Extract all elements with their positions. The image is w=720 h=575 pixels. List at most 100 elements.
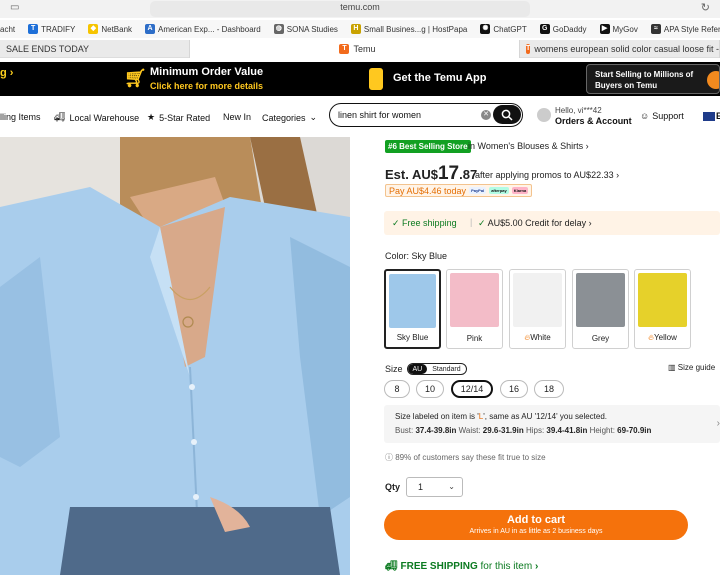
get-app-link[interactable]: Get the Temu App (393, 72, 487, 84)
mygov-icon: ▶ (599, 24, 610, 34)
bookmark-item[interactable]: T TRADIFY (28, 24, 75, 34)
phone-icon (369, 68, 383, 90)
price-note[interactable]: after applying promos to AU$22.33 › (475, 170, 619, 180)
size-option[interactable]: 16 (500, 380, 528, 398)
add-to-cart-button[interactable]: Add to cart Arrives in AU in as little a… (384, 510, 688, 540)
bookmark-item[interactable]: ≈APA Style Referencing (650, 24, 720, 34)
size-info-box[interactable]: Size labeled on item is 'L', same as AU … (384, 405, 720, 443)
klarna-icon: Klarna (511, 187, 529, 194)
truck-icon: 🚚︎ (385, 561, 398, 572)
chevron-down-icon: ⌄ (309, 112, 318, 122)
chevron-right-icon: › (716, 418, 720, 429)
min-order-link[interactable]: Click here for more details (150, 81, 263, 91)
support-icon: ☺ (640, 111, 650, 121)
hello-text: Hello, vi***42 (555, 106, 602, 115)
reload-icon[interactable]: ↻ (701, 1, 710, 14)
search-bar[interactable]: linen shirt for women ✕ (329, 103, 523, 127)
color-swatch-grey[interactable]: Grey (572, 269, 629, 349)
bookmark-item[interactable]: H Small Busines...g | HostPapa (350, 24, 467, 34)
bookmark-item[interactable]: A American Exp... - Dashboard (145, 24, 261, 34)
size-option[interactable]: 8 (384, 380, 410, 398)
support-link[interactable]: ☺ Support (640, 111, 684, 121)
truck-icon: 🚚︎ (54, 112, 66, 122)
swatch-image (450, 273, 499, 327)
nav-new-in[interactable]: New In (223, 112, 251, 122)
apa-icon: ≈ (650, 24, 661, 34)
free-shipping-footer[interactable]: 🚚︎ FREE SHIPPING for this item › (385, 561, 538, 572)
color-label: Color: Sky Blue (385, 251, 448, 261)
bookmark-item[interactable]: G GoDaddy (539, 24, 587, 34)
tab-temu[interactable]: T Temu (190, 40, 520, 58)
color-swatch-sky-blue[interactable]: Sky Blue (384, 269, 441, 349)
product-image[interactable] (0, 137, 350, 575)
sell-line-2: Buyers on Temu (595, 81, 658, 90)
tab-sale[interactable]: SALE ENDS TODAY (0, 40, 190, 58)
nav-five-star[interactable]: ★ 5-Star Rated (147, 112, 210, 123)
cart-icon: 🛒︎ (124, 68, 147, 88)
tab-label: SALE ENDS TODAY (6, 44, 90, 54)
measurements-line: Bust: 37.4-39.8in Waist: 29.6-31.9in Hip… (395, 426, 652, 435)
shipping-banner[interactable]: ✓ Free shipping | ✓ AU$5.00 Credit for d… (384, 211, 720, 235)
color-swatch-yellow[interactable]: 🔥︎Yellow (634, 269, 691, 349)
price-prefix: Est. AU$ (385, 167, 438, 182)
delay-credit: ✓ AU$5.00 Credit for delay › (478, 218, 592, 228)
bookmark-item[interactable]: acht (0, 25, 15, 34)
orders-account: Orders & Account (555, 116, 632, 126)
swatch-label: 🔥︎Yellow (648, 333, 677, 342)
tab-product[interactable]: Twomens european solid color casual loos… (520, 40, 720, 58)
swatch-image (638, 273, 687, 327)
search-icon (501, 109, 513, 121)
size-option-selected[interactable]: 12/14 (451, 380, 493, 398)
pay-today-badge[interactable]: Pay AU$4.46 today PayPal afterpay Klarna (385, 184, 533, 197)
bookmark-item[interactable]: ◍ SONA Studies (273, 24, 338, 34)
sell-dot-icon (707, 71, 719, 89)
sell-on-temu-card[interactable]: Start Selling to Millions of Buyers on T… (586, 64, 720, 94)
promo-left-text[interactable]: g › (0, 67, 13, 79)
promo-banner: g › 🛒︎ Minimum Order Value Click here fo… (0, 62, 720, 96)
bookmarks-bar: acht T TRADIFY ◆ NetBank A American Exp... … (0, 20, 720, 38)
qty-select[interactable]: 1 ⌄ (406, 477, 463, 497)
color-swatch-white[interactable]: 🔥︎White (509, 269, 566, 349)
nav-best-selling[interactable]: lling Items (0, 112, 41, 122)
nav-local-warehouse[interactable]: 🚚︎ Local Warehouse (54, 112, 139, 123)
size-guide-link[interactable]: ▥ Size guide (668, 363, 715, 372)
badge-category-link[interactable]: in Women's Blouses & Shirts › (468, 141, 589, 151)
clear-icon[interactable]: ✕ (481, 110, 491, 120)
bookmark-item[interactable]: ◆ NetBank (88, 24, 132, 34)
avatar (537, 108, 551, 122)
size-system-toggle[interactable]: AU Standard (406, 363, 467, 375)
ruler-icon: ▥ (668, 363, 676, 372)
search-input[interactable]: linen shirt for women (338, 110, 421, 120)
size-option[interactable]: 18 (534, 380, 564, 398)
best-selling-badge[interactable]: #6 Best Selling Store (385, 140, 471, 153)
amex-icon: A (145, 24, 156, 34)
site-nav: lling Items 🚚︎ Local Warehouse ★ 5-Star Ra… (0, 97, 720, 135)
url-text[interactable]: temu.com (0, 2, 720, 12)
color-swatch-pink[interactable]: Pink (446, 269, 503, 349)
swatch-image (513, 273, 562, 327)
size-system-standard[interactable]: Standard (427, 364, 465, 374)
min-order-title[interactable]: Minimum Order Value (150, 66, 263, 78)
info-icon: ⓘ (385, 453, 393, 462)
bookmark-item[interactable]: ▶ MyGov (599, 24, 638, 34)
free-shipping: ✓ Free shipping (392, 218, 457, 228)
godaddy-icon: G (539, 24, 550, 34)
product-details: #6 Best Selling Store in Women's Blouses… (384, 137, 720, 575)
bookmark-item[interactable]: ✺ ChatGPT (480, 24, 527, 34)
size-label: Size (385, 364, 403, 374)
search-button[interactable] (493, 105, 521, 124)
hostpapa-icon: H (350, 24, 361, 34)
size-info-line: Size labeled on item is 'L', same as AU … (395, 412, 608, 421)
region-label[interactable]: E (716, 111, 720, 121)
size-system-au[interactable]: AU (407, 364, 428, 374)
chatgpt-icon: ✺ (480, 24, 491, 34)
size-header: Size AU Standard (385, 363, 467, 375)
star-badge-icon: ★ (147, 112, 156, 122)
region-flag-icon[interactable] (703, 112, 715, 121)
sona-icon: ◍ (273, 24, 284, 34)
sell-line-1: Start Selling to Millions of (595, 70, 694, 79)
temu-favicon: T (526, 44, 531, 54)
size-option[interactable]: 10 (416, 380, 444, 398)
nav-categories[interactable]: Categories ⌄ (262, 112, 317, 123)
temu-favicon: T (339, 44, 350, 54)
